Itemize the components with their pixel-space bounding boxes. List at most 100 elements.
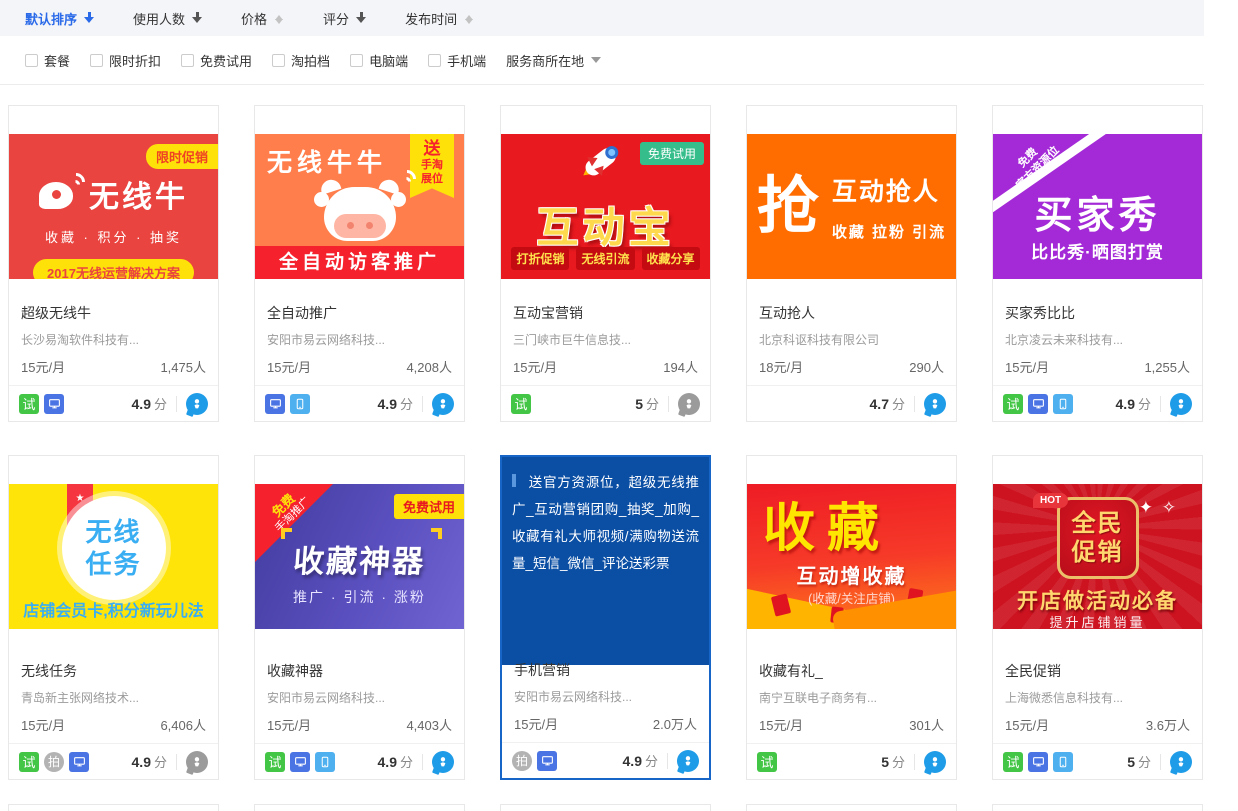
checkbox[interactable] bbox=[90, 54, 103, 67]
service-card[interactable]: 免费 官方资源位 买家秀 比比秀·晒图打赏 买家秀比比 北京凌云未来科技有...… bbox=[992, 105, 1203, 422]
card-banner: 收藏 互动增收藏 (收藏/关注店铺) bbox=[747, 484, 956, 629]
wangwang-icon[interactable] bbox=[678, 393, 700, 415]
wangwang-icon[interactable] bbox=[924, 393, 946, 415]
card-partial bbox=[8, 804, 219, 811]
wangwang-icon[interactable] bbox=[1170, 393, 1192, 415]
wangwang-icon[interactable] bbox=[432, 393, 454, 415]
pc-badge-icon bbox=[537, 751, 557, 771]
checkbox[interactable] bbox=[25, 54, 38, 67]
rating-unit: 分 bbox=[892, 752, 905, 771]
banner-logo-circle: 无线 任务 bbox=[62, 496, 166, 600]
checkbox[interactable] bbox=[181, 54, 194, 67]
pc-badge-icon bbox=[290, 752, 310, 772]
rating-value: 4.9 bbox=[132, 754, 151, 770]
dropdown-label: 服务商所在地 bbox=[506, 51, 584, 70]
divider bbox=[914, 396, 915, 412]
grab-logo: 抢 bbox=[757, 176, 819, 238]
service-card[interactable]: 收藏 互动增收藏 (收藏/关注店铺) 收藏有礼_ 南宁互联电子商务有... 15… bbox=[746, 455, 957, 780]
rating-unit: 分 bbox=[646, 394, 659, 413]
card-title: 全自动推广 bbox=[267, 303, 452, 323]
card-price: 15元/月 bbox=[21, 357, 65, 376]
banner-subtitle: 比比秀·晒图打赏 bbox=[993, 238, 1202, 263]
banner-title: 收藏神器 bbox=[255, 536, 464, 581]
caret-down-icon bbox=[591, 57, 601, 68]
banner-title: 收藏 bbox=[763, 486, 891, 561]
free-trial-badge: 免费试用 bbox=[640, 142, 704, 165]
wangwang-icon[interactable] bbox=[432, 751, 454, 773]
rating-value: 4.9 bbox=[132, 396, 151, 412]
card-price: 15元/月 bbox=[514, 714, 558, 733]
pc-badge-icon bbox=[265, 394, 285, 414]
sort-price[interactable]: 价格 bbox=[241, 9, 285, 28]
checkbox[interactable] bbox=[428, 54, 441, 67]
service-card[interactable]: ★ 无线 任务 店铺会员卡,积分新玩儿法 无线任务 青岛新主张网络技术... 1… bbox=[8, 455, 219, 780]
mobile-badge-icon bbox=[290, 394, 310, 414]
trial-badge-icon: 试 bbox=[265, 752, 285, 772]
banner-subtitle: 推广 · 引流 · 涨粉 bbox=[255, 587, 464, 607]
banner-title: 无线牛牛 bbox=[267, 143, 387, 179]
card-banner: 无线牛牛 送 手淘 展位 全自动访客推广 bbox=[255, 134, 464, 279]
card-users: 3.6万人 bbox=[1146, 715, 1190, 734]
mobile-badge-icon bbox=[315, 752, 335, 772]
service-card[interactable]: 抢 互动抢人 收藏 拉粉 引流 互动抢人 北京科讴科技有限公司 18元/月 29… bbox=[746, 105, 957, 422]
service-card[interactable]: 免费试用 互动宝 打折促销 无线引流 收藏分享 互动宝营销 三门峡市巨牛信息技.… bbox=[500, 105, 711, 422]
card-price: 15元/月 bbox=[513, 357, 557, 376]
card-banner: 免费 官方资源位 买家秀 比比秀·晒图打赏 bbox=[993, 134, 1202, 279]
card-banner: 免费 手淘推广 免费试用 收藏神器 推广 · 引流 · 涨粉 bbox=[255, 484, 464, 629]
wangwang-icon[interactable] bbox=[186, 751, 208, 773]
sort-rating[interactable]: 评分 bbox=[323, 9, 367, 28]
mobile-badge-icon bbox=[1053, 752, 1073, 772]
filter-checkbox-time-discount[interactable]: 限时折扣 bbox=[90, 51, 161, 70]
sort-publish-time[interactable]: 发布时间 bbox=[405, 9, 475, 28]
filter-checkbox-free-trial[interactable]: 免费试用 bbox=[181, 51, 252, 70]
rating-unit: 分 bbox=[154, 394, 167, 413]
service-card-selected[interactable]: 送官方资源位，超级无线推广_互动营销团购_抽奖_加购_收藏有礼大师视频/满购物送… bbox=[500, 455, 711, 780]
card-partial bbox=[254, 804, 465, 811]
sort-both-icon bbox=[273, 11, 285, 25]
card-users: 301人 bbox=[909, 715, 944, 734]
card-users: 2.0万人 bbox=[653, 714, 697, 733]
sort-users[interactable]: 使用人数 bbox=[133, 9, 203, 28]
card-title: 收藏神器 bbox=[267, 661, 452, 681]
service-card[interactable]: HOT ✦ ✧ 全民 促销 开店做活动必备 提升店铺销量 全民促销 上海微悉信息… bbox=[992, 455, 1203, 780]
filter-dropdown-provider-location[interactable]: 服务商所在地 bbox=[506, 51, 601, 70]
banner-title: 互动抢人 bbox=[832, 172, 946, 208]
checkbox[interactable] bbox=[272, 54, 285, 67]
filter-checkbox-taopaidang[interactable]: 淘拍档 bbox=[272, 51, 330, 70]
wangwang-icon[interactable] bbox=[1170, 751, 1192, 773]
rating-value: 5 bbox=[881, 754, 889, 770]
card-banner: 限时促销 无线牛 收藏 · 积分 · 抽奖 2017无线运营解决方案 bbox=[9, 134, 218, 279]
filter-checkbox-pc[interactable]: 电脑端 bbox=[350, 51, 408, 70]
service-card[interactable]: 限时促销 无线牛 收藏 · 积分 · 抽奖 2017无线运营解决方案 超级无线牛… bbox=[8, 105, 219, 422]
card-description-overlay: 送官方资源位，超级无线推广_互动营销团购_抽奖_加购_收藏有礼大师视频/满购物送… bbox=[502, 457, 709, 665]
free-trial-badge: 免费试用 bbox=[394, 494, 464, 519]
checkbox[interactable] bbox=[350, 54, 363, 67]
card-company: 北京科讴科技有限公司 bbox=[759, 331, 944, 348]
sort-label: 默认排序 bbox=[25, 9, 77, 28]
card-price: 18元/月 bbox=[759, 357, 803, 376]
wangwang-icon[interactable] bbox=[677, 750, 699, 772]
card-partial bbox=[500, 804, 711, 811]
divider bbox=[1160, 396, 1161, 412]
card-users: 194人 bbox=[663, 357, 698, 376]
filter-checkbox-package[interactable]: 套餐 bbox=[25, 51, 70, 70]
divider bbox=[422, 754, 423, 770]
card-company: 北京凌云未来科技有... bbox=[1005, 331, 1190, 348]
rating-value: 4.9 bbox=[623, 753, 642, 769]
rocket-icon bbox=[580, 139, 627, 182]
red-envelope-icon bbox=[830, 606, 844, 623]
card-company: 上海微悉信息科技有... bbox=[1005, 689, 1190, 706]
card-title: 全民促销 bbox=[1005, 661, 1190, 681]
trial-badge-icon: 试 bbox=[1003, 752, 1023, 772]
divider bbox=[176, 396, 177, 412]
filter-checkbox-mobile[interactable]: 手机端 bbox=[428, 51, 486, 70]
card-company: 南宁互联电子商务有... bbox=[759, 689, 944, 706]
sort-default[interactable]: 默认排序 bbox=[25, 9, 95, 28]
cow-logo-icon bbox=[312, 180, 408, 244]
card-title: 互动宝营销 bbox=[513, 303, 698, 323]
service-card[interactable]: 免费 手淘推广 免费试用 收藏神器 推广 · 引流 · 涨粉 收藏神器 安阳市易… bbox=[254, 455, 465, 780]
wangwang-icon[interactable] bbox=[186, 393, 208, 415]
card-company: 三门峡市巨牛信息技... bbox=[513, 331, 698, 348]
service-card[interactable]: 无线牛牛 送 手淘 展位 全自动访客推广 全自动推广 安阳市易云网络科技... … bbox=[254, 105, 465, 422]
wangwang-icon[interactable] bbox=[924, 751, 946, 773]
